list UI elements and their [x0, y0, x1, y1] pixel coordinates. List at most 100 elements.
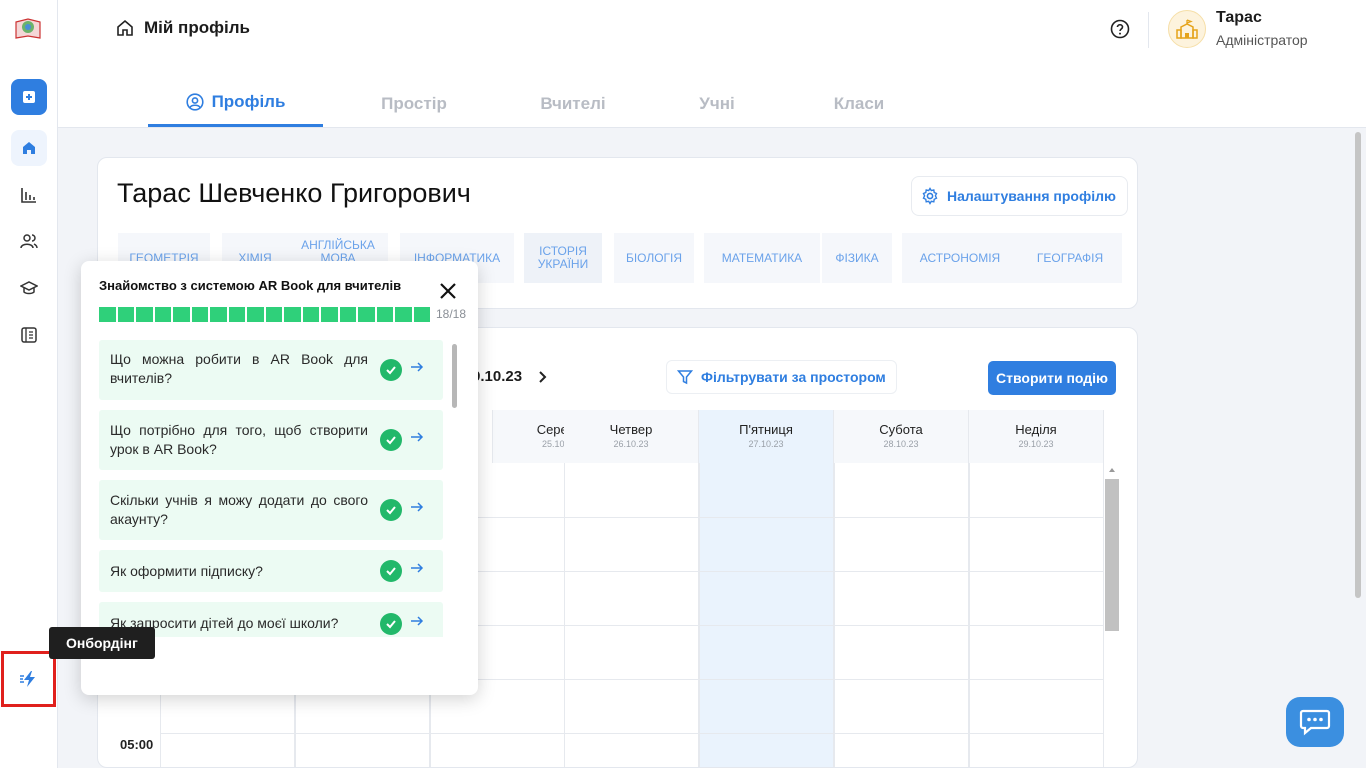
subject-tag: ФІЗИКА: [822, 233, 892, 283]
tab-space[interactable]: Простір: [323, 80, 505, 127]
progress-segment: [321, 307, 338, 322]
divider: [1148, 12, 1149, 48]
progress-segment: [358, 307, 375, 322]
onboarding-title: Знайомство з системою AR Book для вчител…: [99, 278, 402, 293]
page-scrollbar[interactable]: [1355, 132, 1361, 598]
day-date: 29.10.23: [1018, 439, 1054, 449]
tab-label: Профіль: [211, 92, 286, 111]
hour-line: [160, 733, 1104, 734]
subject-tag: МАТЕМАТИКА: [704, 233, 820, 283]
day-column[interactable]: [969, 463, 1104, 767]
chat-button[interactable]: [1286, 697, 1344, 747]
school-icon: [1176, 19, 1198, 39]
question-text: Як оформити підписку?: [110, 563, 263, 579]
next-week-button[interactable]: [538, 370, 548, 388]
question-text: Скільки учнів я можу додати до свого ака…: [110, 492, 368, 527]
subject-tag: АСТРОНОМІЯ: [902, 233, 1018, 283]
app-logo-icon[interactable]: [14, 14, 42, 42]
tab-label: Вчителі: [540, 93, 606, 113]
check-icon: [380, 613, 402, 635]
tab-profile[interactable]: Профіль: [148, 80, 323, 127]
subject-tag: БІОЛОГІЯ: [614, 233, 694, 283]
list-item[interactable]: Що можна робити в AR Book для вчителів?: [99, 340, 443, 400]
chat-icon: [1299, 709, 1331, 736]
time-label: 05:00: [120, 737, 154, 752]
create-button[interactable]: [11, 79, 47, 115]
onboarding-list: Що можна робити в AR Book для вчителів? …: [99, 340, 445, 637]
arrow-right-icon[interactable]: [410, 500, 424, 517]
sidebar-item-users[interactable]: [11, 223, 47, 259]
profile-settings-button[interactable]: Налаштування профілю: [911, 176, 1128, 216]
close-icon[interactable]: [437, 280, 459, 302]
progress-segment: [136, 307, 153, 322]
top-header: Мій профіль Тарас Адміністратор Профіль: [58, 0, 1366, 128]
progress-segment: [228, 307, 245, 322]
day-name: Четвер: [609, 422, 653, 437]
question-text: Що можна робити в AR Book для вчителів?: [110, 351, 368, 386]
sidebar-item-library[interactable]: [11, 317, 47, 353]
tab-label: Простір: [381, 93, 447, 113]
day-name: П'ятниця: [739, 422, 793, 437]
settings-label: Налаштування профілю: [947, 188, 1116, 204]
calendar-scrollbar[interactable]: [1105, 463, 1119, 763]
day-column[interactable]: [564, 463, 699, 767]
profile-name: Тарас Шевченко Григорович: [117, 178, 471, 208]
check-icon: [380, 359, 402, 381]
sidebar-item-statistics[interactable]: [11, 177, 47, 213]
list-item[interactable]: Що потрібно для того, щоб створити урок …: [99, 410, 443, 470]
arrow-right-icon[interactable]: [410, 614, 424, 631]
subject-tag: ІСТОРІЯ УКРАЇНИ: [524, 233, 602, 283]
user-role: Адміністратор: [1216, 32, 1308, 48]
day-column[interactable]: [834, 463, 969, 767]
list-item[interactable]: Скільки учнів я можу додати до свого ака…: [99, 480, 443, 540]
bar-chart-icon: [21, 188, 36, 203]
check-icon: [380, 499, 402, 521]
progress-segment: [247, 307, 264, 322]
progress-segment: [413, 307, 430, 322]
tab-students[interactable]: Учні: [641, 80, 793, 127]
onboarding-tooltip: Онбордінг: [49, 627, 155, 659]
gear-icon: [922, 187, 938, 205]
home-icon: [23, 142, 35, 154]
graduation-cap-icon: [20, 281, 38, 295]
scrollbar-thumb[interactable]: [1105, 479, 1119, 631]
tab-teachers[interactable]: Вчителі: [505, 80, 641, 127]
filter-by-space-button[interactable]: Фільтрувати за простором: [666, 360, 897, 394]
day-name: Неділя: [1015, 422, 1057, 437]
day-header: Субота 28.10.23: [834, 410, 969, 463]
avatar[interactable]: [1168, 10, 1206, 48]
create-event-button[interactable]: Створити подію: [988, 361, 1117, 395]
progress-segment: [210, 307, 227, 322]
day-header: Неділя 29.10.23: [969, 410, 1104, 463]
onboarding-progress-bar: [99, 307, 430, 322]
arrow-right-icon[interactable]: [410, 561, 424, 578]
day-column-today[interactable]: [699, 463, 834, 767]
question-text: Що потрібно для того, щоб створити урок …: [110, 422, 368, 457]
arrow-right-icon[interactable]: [410, 430, 424, 447]
onboarding-highlight: [1, 651, 56, 707]
progress-segment: [99, 307, 116, 322]
tab-bar: Профіль Простір Вчителі Учні Класи: [148, 80, 925, 127]
progress-segment: [117, 307, 134, 322]
chevron-right-icon: [539, 371, 547, 383]
progress-segment: [395, 307, 412, 322]
progress-segment: [173, 307, 190, 322]
progress-segment: [265, 307, 282, 322]
user-name[interactable]: Тарас: [1216, 9, 1262, 27]
user-circle-icon: [185, 93, 204, 111]
arrow-right-icon[interactable]: [410, 360, 424, 377]
list-item[interactable]: Як оформити підписку?: [99, 550, 443, 592]
check-icon: [380, 429, 402, 451]
onboarding-scrollbar[interactable]: [452, 344, 457, 408]
tab-label: Класи: [833, 93, 885, 113]
sidebar-item-classes[interactable]: [11, 270, 47, 306]
help-icon[interactable]: [1110, 19, 1130, 39]
breadcrumb[interactable]: Мій профіль: [116, 18, 250, 38]
filter-icon: [677, 370, 693, 385]
tab-classes[interactable]: Класи: [793, 80, 925, 127]
date-range: 9.10.23: [472, 368, 523, 385]
home-outline-icon: [117, 19, 133, 36]
sidebar-item-home[interactable]: [11, 130, 47, 166]
scroll-up-icon: [1109, 468, 1115, 472]
progress-segment: [376, 307, 393, 322]
